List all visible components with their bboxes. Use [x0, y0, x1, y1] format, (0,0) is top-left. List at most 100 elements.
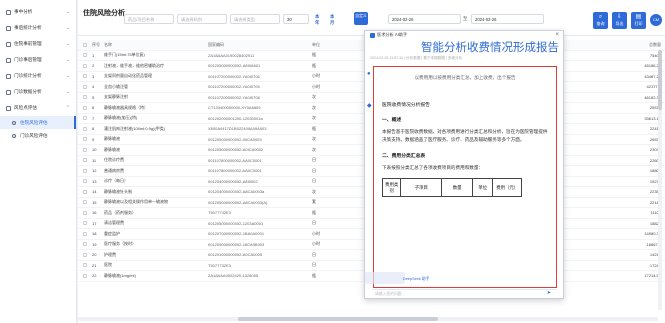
cell-code: 001205000000002-00CA0003	[208, 136, 262, 142]
shield-icon	[6, 105, 11, 111]
row-checkbox[interactable]	[83, 74, 87, 79]
cell-code: 001205000000002-A8I0A601	[208, 63, 261, 69]
row-checkbox[interactable]	[83, 105, 87, 110]
select-all-checkbox[interactable]	[83, 42, 87, 47]
link-icon	[12, 133, 16, 138]
name-search-input[interactable]: 药品/项目名称	[124, 14, 174, 24]
type-select[interactable]: 请选择类型	[230, 14, 280, 24]
row-checkbox[interactable]	[83, 273, 87, 278]
row-checkbox[interactable]	[83, 221, 87, 226]
cell-no: 1	[92, 52, 95, 58]
row-checkbox[interactable]	[83, 158, 87, 163]
print-button[interactable]: ▤ 打印	[631, 12, 646, 29]
row-checkbox[interactable]	[83, 137, 87, 142]
cell-unit: 小时	[312, 83, 320, 89]
report-section-title: 医院收费情况分析报告	[382, 103, 430, 108]
vertical-scrollbar[interactable]	[658, 50, 662, 310]
department-select[interactable]: 请选择科别	[177, 14, 227, 24]
sidebar-item-1[interactable]: 事后统计分析 ⌄	[0, 20, 76, 36]
avatar[interactable]: CM	[650, 14, 662, 26]
col-total-header: 总数量	[649, 41, 661, 47]
cell-unit: 瓶	[312, 62, 316, 68]
sidebar-item-6[interactable]: 风险点评估 ⌃	[0, 100, 76, 116]
row-checkbox[interactable]	[83, 53, 87, 58]
sidebar-item-5[interactable]: 门诊数据分析 ⌄	[0, 84, 76, 100]
cell-total: 17214.59	[644, 273, 661, 279]
sidebar-sub-inpatient-risk[interactable]: 住院风险评估	[0, 116, 76, 129]
this-month-option[interactable]: 本月	[330, 14, 338, 26]
sidebar-sub-label: 门诊风险评估	[20, 132, 48, 138]
cell-name: 医疗服务（按时）	[104, 241, 136, 247]
chevron-down-icon: ⌄	[65, 25, 70, 31]
ai-report-popup: 医术分析 AI助手 × 智能分析收费情况形成报告 2024-03-26 11:5…	[364, 30, 564, 299]
cell-total: 22415	[649, 126, 661, 132]
cell-name: 支架同剂量自动化药品管理	[104, 73, 152, 79]
cell-no: 19	[92, 241, 97, 247]
export-button-label: 导出	[615, 21, 624, 26]
cell-total: 25577	[649, 105, 661, 111]
cell-total: 22601	[649, 157, 661, 163]
row-checkbox[interactable]	[83, 231, 87, 236]
send-icon[interactable]: ➤	[547, 290, 551, 296]
row-checkbox[interactable]	[83, 263, 87, 268]
cell-no: 16	[92, 210, 97, 216]
row-checkbox[interactable]	[83, 210, 87, 215]
cell-unit: 日	[312, 167, 316, 173]
date-end-input[interactable]: 2024-03-26	[471, 14, 544, 24]
row-checkbox[interactable]	[83, 242, 87, 247]
sidebar-item-2[interactable]: 住院事前管理 ⌄	[0, 36, 76, 52]
sidebar-item-4[interactable]: 门诊统计分析 ⌄	[0, 68, 76, 84]
sidebar-item-0[interactable]: 事中分析 ⌄	[0, 4, 76, 20]
row-checkbox[interactable]	[83, 147, 87, 152]
row-checkbox[interactable]	[83, 116, 87, 121]
search-button[interactable]: ⌕ 查询	[593, 12, 608, 29]
cell-name: 静脉输液以及相关操作用单一输液物	[104, 199, 168, 205]
cell-name: 药品（药剂服务）	[104, 209, 136, 215]
cell-name: 注射液，维手液，维他密辅助治疗	[104, 62, 164, 68]
this-year-option[interactable]: 本年	[315, 14, 323, 26]
cell-code: 001202000001200-12030001a	[208, 115, 263, 121]
page-size-select[interactable]: 30	[283, 14, 309, 24]
cell-unit: 日	[312, 262, 316, 268]
row-checkbox[interactable]	[83, 200, 87, 205]
cell-name: 维手门(15ml:75单位复)	[104, 52, 145, 58]
row-checkbox[interactable]	[83, 126, 87, 131]
close-icon[interactable]: ×	[555, 31, 559, 39]
cell-total: 11101	[650, 210, 661, 216]
cell-code: 001107200000002-YA0I0708	[208, 94, 260, 100]
cell-total: 14215	[649, 252, 661, 258]
cell-total: 46182.36	[644, 94, 661, 100]
row-checkbox[interactable]	[83, 252, 87, 257]
cell-code: 001201000000002-A0CA0005	[208, 252, 263, 258]
row-checkbox[interactable]	[83, 179, 87, 184]
export-button[interactable]: ⇩ 导出	[612, 12, 627, 29]
cell-unit: 日	[312, 178, 316, 184]
row-checkbox[interactable]	[83, 63, 87, 68]
cell-code: 001204000000002-A8I0002	[208, 178, 258, 184]
search-icon: ⌕	[598, 14, 603, 20]
summary-heading: 二、费用分类汇总表	[382, 154, 426, 159]
cell-code: X600A0417D1B022400A09A003	[208, 126, 267, 132]
cell-no: 6	[92, 105, 95, 111]
cell-unit: 日	[312, 220, 316, 226]
date-start-input[interactable]: 2024-02-26	[388, 14, 461, 24]
cell-total: 17244	[649, 262, 661, 268]
print-button-label: 打印	[634, 21, 643, 26]
row-checkbox[interactable]	[83, 84, 87, 89]
cell-total: 14980.33	[644, 231, 661, 237]
cell-total: 23031	[649, 147, 661, 153]
cell-name: 诊疗（每日）	[104, 178, 128, 184]
row-checkbox[interactable]	[83, 168, 87, 173]
question-input[interactable]: 请输入您的问题...	[373, 289, 557, 297]
table-header-cell: 子项目	[400, 178, 443, 197]
date-separator: 至	[463, 16, 468, 21]
horizontal-scrollbar[interactable]	[78, 317, 658, 321]
sidebar-item-3[interactable]: 门诊事后管理 ⌄	[0, 52, 76, 68]
row-checkbox[interactable]	[83, 95, 87, 100]
custom-range-button[interactable]: 自定义	[354, 12, 368, 25]
table-header-cell: 费用（元）	[492, 178, 522, 197]
cell-name: 普通病房费	[104, 167, 124, 173]
sidebar-sub-outpatient-risk[interactable]: 门诊风险评估	[0, 129, 76, 142]
chevron-down-icon: ⌄	[65, 73, 70, 79]
row-checkbox[interactable]	[83, 189, 87, 194]
